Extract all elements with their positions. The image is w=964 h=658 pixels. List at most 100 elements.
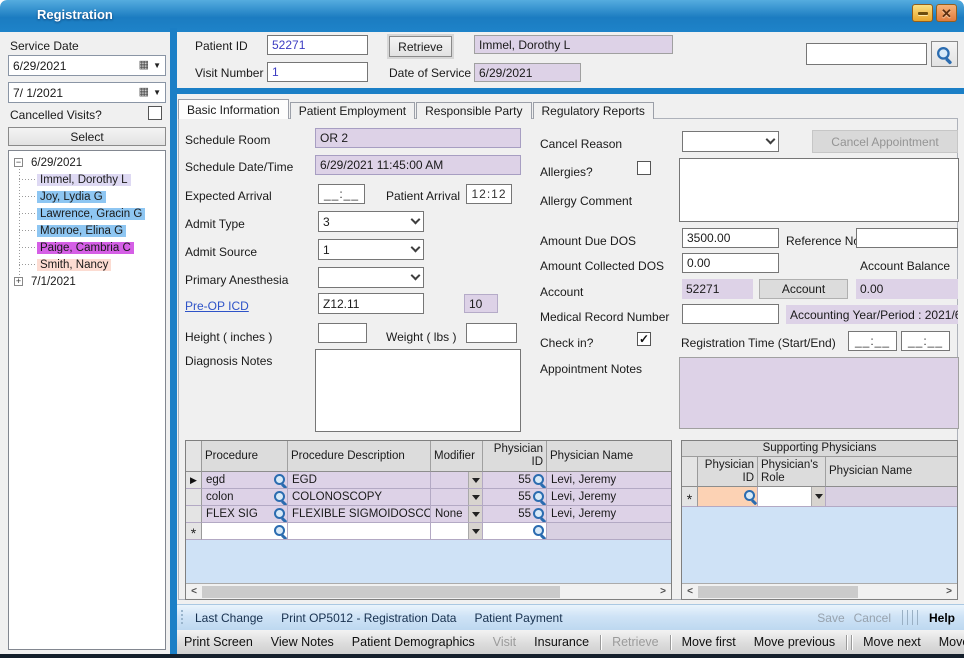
modifier-cell[interactable]: [431, 489, 483, 506]
scroll-right-icon[interactable]: >: [941, 586, 957, 597]
physician-id-cell[interactable]: 55: [483, 472, 547, 489]
scroll-thumb[interactable]: [698, 586, 858, 598]
allergies-checkbox[interactable]: [637, 161, 651, 175]
collapse-icon[interactable]: −: [14, 158, 23, 167]
modifier-cell[interactable]: [431, 472, 483, 489]
lookup-icon[interactable]: [744, 490, 757, 503]
admit-type-select[interactable]: 3: [318, 211, 424, 232]
cancel-button[interactable]: Cancel: [854, 611, 900, 625]
chevron-down-icon[interactable]: ▼: [153, 61, 161, 70]
scroll-thumb[interactable]: [202, 586, 560, 598]
physician-id-cell[interactable]: [698, 487, 758, 507]
supporting-new-row[interactable]: *: [682, 487, 957, 507]
move-last-button[interactable]: Move last: [930, 635, 964, 649]
description-cell[interactable]: FLEXIBLE SIGMOIDOSCOPY: [288, 506, 431, 523]
move-first-button[interactable]: Move first: [673, 635, 745, 649]
lookup-icon[interactable]: [533, 525, 546, 538]
physician-name-cell[interactable]: [826, 487, 957, 507]
patient-demographics-button[interactable]: Patient Demographics: [343, 635, 484, 649]
physician-id-cell[interactable]: 55: [483, 506, 547, 523]
col-procedure-description[interactable]: Procedure Description: [288, 441, 431, 472]
lookup-icon[interactable]: [274, 508, 287, 521]
service-date-to-picker[interactable]: 7/ 1/2021 ▦ ▼: [8, 82, 166, 103]
preop-icd-input[interactable]: Z12.11: [318, 293, 424, 314]
procedures-hscrollbar[interactable]: < >: [186, 583, 671, 599]
cancel-reason-select[interactable]: [682, 131, 779, 152]
calendar-icon[interactable]: ▦: [139, 87, 149, 98]
procedure-cell[interactable]: FLEX SIG: [202, 506, 288, 523]
tree-group-date[interactable]: − 6/29/2021: [9, 154, 165, 171]
cancel-appointment-button[interactable]: Cancel Appointment: [812, 130, 958, 153]
height-input[interactable]: [318, 323, 367, 343]
lookup-icon[interactable]: [533, 474, 546, 487]
patient-payment-button[interactable]: Patient Payment: [465, 611, 571, 625]
lookup-icon[interactable]: [274, 474, 287, 487]
view-notes-button[interactable]: View Notes: [262, 635, 343, 649]
procedure-cell[interactable]: colon: [202, 489, 288, 506]
col-physician-name[interactable]: Physician Name: [547, 441, 671, 472]
amount-due-input[interactable]: 3500.00: [682, 228, 779, 248]
expected-arrival-input[interactable]: __:__: [318, 184, 365, 204]
insurance-button[interactable]: Insurance: [525, 635, 598, 649]
description-cell[interactable]: EGD: [288, 472, 431, 489]
procedure-new-row[interactable]: *: [186, 523, 671, 540]
modifier-cell[interactable]: None: [431, 506, 483, 523]
procedure-cell[interactable]: egd: [202, 472, 288, 489]
tree-item-patient[interactable]: Smith, Nancy: [9, 256, 165, 273]
procedure-row[interactable]: FLEX SIG FLEXIBLE SIGMOIDOSCOPY None 55 …: [186, 506, 671, 523]
last-change-button[interactable]: Last Change: [186, 611, 272, 625]
modifier-cell[interactable]: [431, 523, 483, 540]
retrieve-nav-button[interactable]: Retrieve: [603, 635, 668, 649]
lookup-icon[interactable]: [533, 508, 546, 521]
visit-number-input[interactable]: 1: [267, 62, 368, 82]
help-button[interactable]: Help: [920, 611, 964, 625]
scroll-left-icon[interactable]: <: [186, 586, 202, 597]
col-modifier[interactable]: Modifier: [431, 441, 483, 472]
col-procedure[interactable]: Procedure: [202, 441, 288, 472]
patient-search-input[interactable]: [806, 43, 927, 65]
lookup-icon[interactable]: [274, 525, 287, 538]
print-op5012-button[interactable]: Print OP5012 - Registration Data: [272, 611, 465, 625]
save-button[interactable]: Save: [808, 611, 853, 625]
physician-name-cell[interactable]: Levi, Jeremy: [547, 489, 671, 506]
cancelled-visits-checkbox[interactable]: [148, 106, 162, 120]
move-next-button[interactable]: Move next: [854, 635, 930, 649]
physician-name-cell[interactable]: Levi, Jeremy: [547, 472, 671, 489]
move-previous-button[interactable]: Move previous: [745, 635, 844, 649]
registration-end-input[interactable]: __:__: [901, 331, 950, 351]
primary-anesthesia-select[interactable]: [318, 267, 424, 288]
tree-item-patient[interactable]: Monroe, Elina G: [9, 222, 165, 239]
diagnosis-notes-textarea[interactable]: [315, 349, 521, 432]
dropdown-button[interactable]: [468, 489, 482, 505]
tree-item-patient[interactable]: Immel, Dorothy L: [9, 171, 165, 188]
tab-responsible-party[interactable]: Responsible Party: [416, 102, 531, 119]
calendar-icon[interactable]: ▦: [139, 60, 149, 71]
physician-name-cell[interactable]: [547, 523, 671, 540]
scroll-left-icon[interactable]: <: [682, 586, 698, 597]
col-physician-role[interactable]: Physician's Role: [758, 457, 826, 487]
physician-role-cell[interactable]: [758, 487, 826, 507]
tree-item-patient[interactable]: Lawrence, Gracin G: [9, 205, 165, 222]
tab-patient-employment[interactable]: Patient Employment: [290, 102, 415, 119]
dropdown-button[interactable]: [468, 472, 482, 488]
service-date-from-picker[interactable]: 6/29/2021 ▦ ▼: [8, 55, 166, 76]
tree-item-patient[interactable]: Paige, Cambria C: [9, 239, 165, 256]
tab-regulatory-reports[interactable]: Regulatory Reports: [533, 102, 654, 119]
retrieve-button[interactable]: Retrieve: [389, 36, 452, 57]
physician-id-cell[interactable]: [483, 523, 547, 540]
col-physician-name[interactable]: Physician Name: [826, 457, 957, 487]
select-button[interactable]: Select: [8, 127, 166, 146]
physician-name-cell[interactable]: Levi, Jeremy: [547, 506, 671, 523]
col-physician-id[interactable]: Physician ID: [698, 457, 758, 487]
dropdown-button[interactable]: [811, 487, 825, 506]
weight-input[interactable]: [466, 323, 517, 343]
mrn-input[interactable]: [682, 304, 779, 324]
check-in-checkbox[interactable]: ✓: [637, 332, 651, 346]
dropdown-button[interactable]: [468, 523, 482, 539]
procedure-row[interactable]: colon COLONOSCOPY 55 Levi, Jeremy: [186, 489, 671, 506]
reference-no-input[interactable]: [856, 228, 958, 248]
description-cell[interactable]: COLONOSCOPY: [288, 489, 431, 506]
amount-collected-input[interactable]: 0.00: [682, 253, 779, 273]
expand-icon[interactable]: +: [14, 277, 23, 286]
tree-item-patient[interactable]: Joy, Lydia G: [9, 188, 165, 205]
